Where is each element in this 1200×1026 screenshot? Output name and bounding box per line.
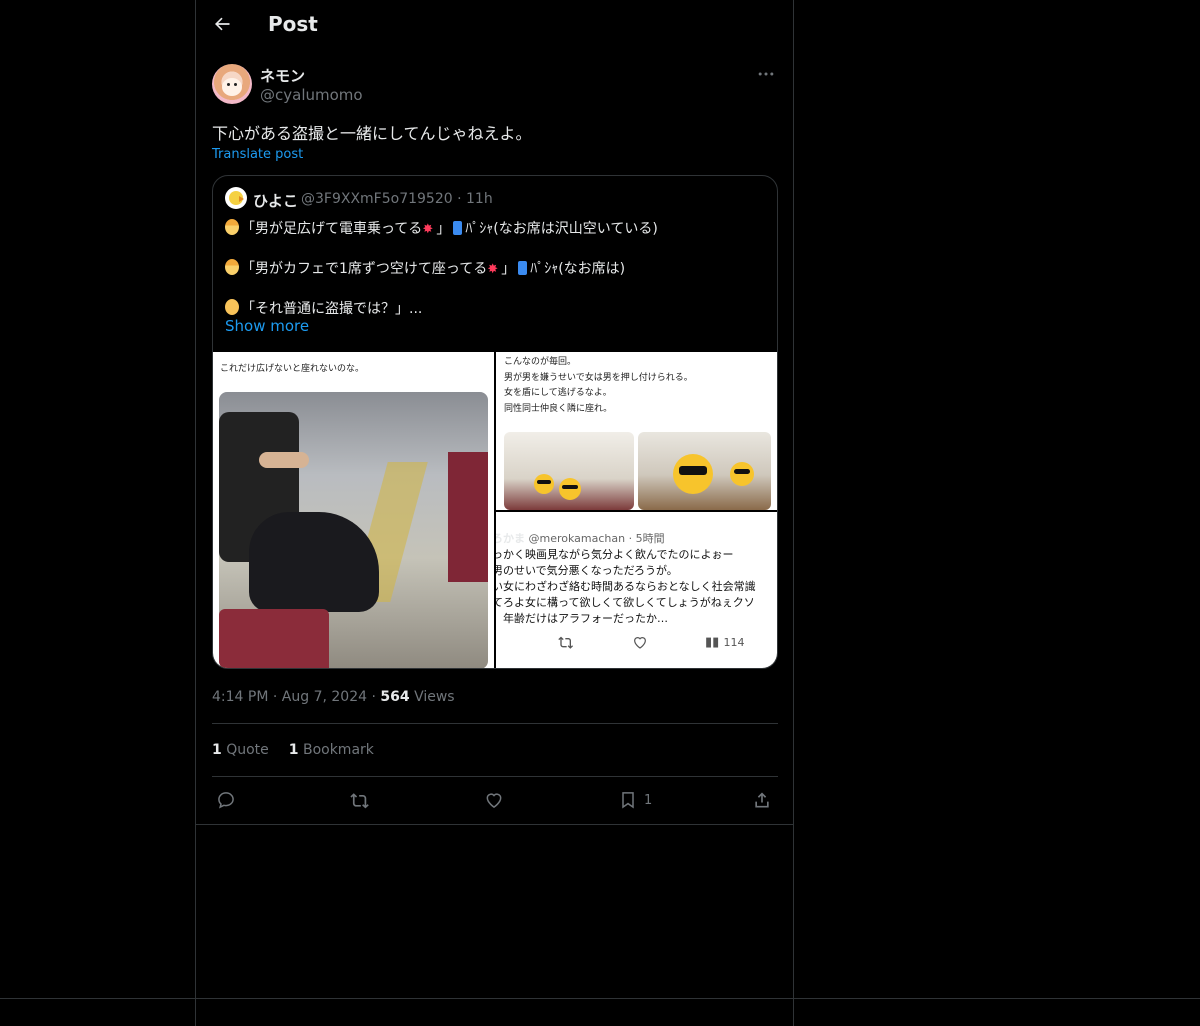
retweet-icon[interactable] <box>350 790 374 814</box>
show-more-link[interactable]: Show more <box>225 317 309 335</box>
chart-icon: ▮▮ <box>705 635 720 650</box>
phone-emoji-icon <box>518 261 528 275</box>
screenshot-line: てろよ女に構って欲しくて欲しくてしょうがねぇクソ <box>496 596 755 609</box>
post-time[interactable]: 4:14 PM <box>212 689 268 705</box>
quoted-line2-b: 」 <box>501 261 516 277</box>
quote-label: Quote <box>226 742 269 758</box>
bookmark-count: 1 <box>288 742 299 758</box>
sunglasses-shape <box>562 484 578 490</box>
divider <box>196 824 793 825</box>
like-heart-icon[interactable] <box>484 790 508 814</box>
image-caption-line: 女を盾にして逃げるなよ。 <box>504 388 612 398</box>
bookmark-label: Bookmark <box>302 742 374 758</box>
smiley-sticker <box>673 454 713 494</box>
sunglasses-shape <box>733 469 751 475</box>
smiley-sticker <box>730 462 754 486</box>
author-name[interactable]: ネモン <box>260 65 305 86</box>
quote-count: 1 <box>212 742 222 758</box>
avatar-eye <box>234 83 237 86</box>
share-icon[interactable] <box>752 790 776 814</box>
quoted-avatar[interactable] <box>225 187 247 209</box>
photo-shape <box>259 452 309 468</box>
screenshot-line: 、年齢だけはアラフォーだったか… <box>496 612 668 625</box>
views-count-screenshot: ▮▮ 114 <box>705 635 744 650</box>
page-title: Post <box>268 12 318 36</box>
more-options-icon[interactable] <box>756 64 780 88</box>
photo-shape <box>448 452 488 582</box>
post-text: 下心がある盗撮と一緒にしてんじゃねえよ。 <box>212 124 532 143</box>
quoted-line-1: 「男が足広げて電車乗ってる✸」 ﾊﾟｼｬ(なお席は沢山空いている) <box>225 218 658 238</box>
bookmark-action-count: 1 <box>644 793 653 808</box>
post-date[interactable]: Aug 7, 2024 <box>282 689 367 705</box>
quoted-handle-text: @3F9XXmF5o719520 <box>301 191 453 207</box>
translate-post-link[interactable]: Translate post <box>212 147 303 162</box>
screenshot-line: 男のせいで気分悪くなっただろうが。 <box>496 564 678 577</box>
screenshot-line: い女にわざわざ絡む時間あるならおとなしく社会常識 <box>496 580 756 593</box>
cafe-photo <box>504 432 634 510</box>
train-photo <box>219 392 488 668</box>
screenshot-handle: @merokamachan · 5時間 <box>528 532 665 545</box>
image-train[interactable]: これだけ広げないと座れないのな。 <box>213 352 494 668</box>
quoted-line-2: 「男がカフェで1席ずつ空けて座ってる✸」 ﾊﾟｼｬ(なお席は) <box>225 258 625 278</box>
cafe-photo <box>638 432 771 510</box>
smiley-sticker <box>534 474 554 494</box>
anger-emoji-icon: ✸ <box>422 222 434 237</box>
sunglasses-shape <box>537 480 551 485</box>
image-caption-line: こんなのが毎回。 <box>504 357 577 367</box>
divider <box>212 723 778 724</box>
main-column: Post ネモン @cyalumomo 下心がある盗撮と一緒にしてんじゃねえよ。… <box>195 0 794 1026</box>
divider <box>212 776 778 777</box>
quoted-line2-c: ﾊﾟｼｬ(なお席は) <box>530 261 626 277</box>
avatar-face <box>222 78 242 96</box>
heart-icon <box>632 634 648 650</box>
views-count: 564 <box>380 689 410 705</box>
quoted-line1-b: 」 <box>436 221 451 237</box>
reply-icon[interactable] <box>216 790 240 814</box>
quoted-line3: 「それ普通に盗撮では？」... <box>241 301 423 317</box>
quoted-author-handle: @3F9XXmF5o719520 · 11h <box>301 191 493 207</box>
footer-divider <box>0 998 1200 999</box>
author-handle[interactable]: @cyalumomo <box>260 86 363 104</box>
man-emoji-icon <box>225 299 239 315</box>
quoted-line2-a: 「男がカフェで1席ずつ空けて座ってる <box>241 261 488 277</box>
screenshot-views: 114 <box>723 636 745 649</box>
phone-emoji-icon <box>453 221 463 235</box>
woman-emoji-icon <box>225 259 239 275</box>
screenshot-line: っかく映画見ながら気分よく飲んでたのによぉー <box>496 548 734 561</box>
avatar-eye <box>227 83 230 86</box>
image-caption-line: 同性同士仲良く隣に座れ。 <box>504 403 613 414</box>
quote-count-link[interactable]: 1 Quote <box>212 742 269 758</box>
screenshot-name: ろかま <box>496 532 525 545</box>
woman-emoji-icon <box>225 219 239 235</box>
quoted-author-name: ひよこ <box>253 192 299 210</box>
photo-shape <box>219 609 329 668</box>
views-label: Views <box>414 689 455 705</box>
image-grid: これだけ広げないと座れないのな。 こんなのが毎回。 男が男を嫌うせいで女は男を押… <box>213 352 777 668</box>
image-caption: これだけ広げないと座れないのな。 <box>220 364 365 374</box>
image-caption-line: 男が男を嫌うせいで女は男を押し付けられる。 <box>504 372 693 383</box>
bookmark-count-link[interactable]: 1 Bookmark <box>289 742 374 758</box>
image-cafe[interactable]: こんなのが毎回。 男が男を嫌うせいで女は男を押し付けられる。 女を盾にして逃げる… <box>496 352 777 510</box>
header: Post <box>196 0 793 54</box>
quoted-line1-c: ﾊﾟｼｬ(なお席は沢山空いている) <box>465 221 658 237</box>
avatar[interactable] <box>212 64 252 104</box>
post-meta: 4:14 PM · Aug 7, 2024 · 564 Views <box>212 689 455 705</box>
smiley-sticker <box>559 478 581 500</box>
sunglasses-shape <box>679 466 707 475</box>
quoted-line1-a: 「男が足広げて電車乗ってる <box>241 221 423 237</box>
quoted-line-3: 「それ普通に盗撮では？」... <box>225 298 422 318</box>
quoted-time: 11h <box>466 191 493 207</box>
beak-shape <box>239 196 244 202</box>
image-screenshot[interactable]: ろかま @merokamachan · 5時間 っかく映画見ながら気分よく飲んで… <box>496 512 777 668</box>
engagement-counts: 1 Quote 1 Bookmark <box>212 742 374 758</box>
screenshot-header: ろかま @merokamachan · 5時間 <box>496 530 665 546</box>
retweet-icon <box>558 634 574 650</box>
image-caption-block: こんなのが毎回。 男が男を嫌うせいで女は男を押し付けられる。 女を盾にして逃げる… <box>504 355 693 417</box>
anger-emoji-icon: ✸ <box>487 262 499 277</box>
quoted-post[interactable]: ひよこ @3F9XXmF5o719520 · 11h 「男が足広げて電車乗ってる… <box>212 175 778 669</box>
photo-shape <box>249 512 379 612</box>
back-arrow-icon[interactable] <box>212 14 236 38</box>
bookmark-icon[interactable] <box>618 790 642 814</box>
